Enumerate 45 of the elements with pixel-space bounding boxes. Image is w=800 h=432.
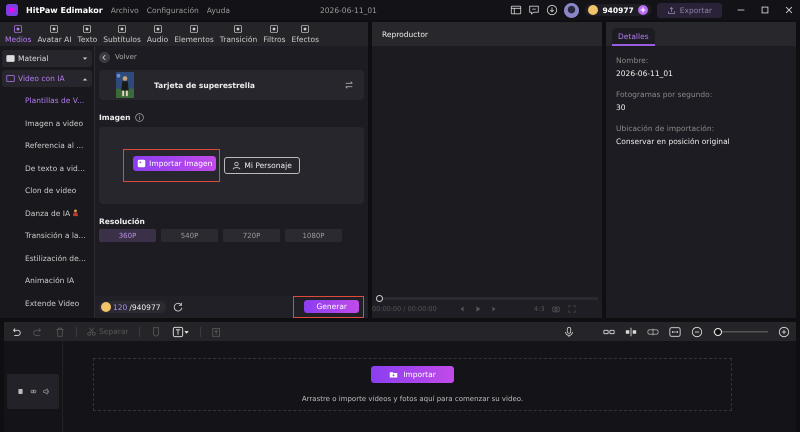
zoom-handle[interactable] [714,328,722,336]
info-icon[interactable] [135,113,144,122]
caret-icon [82,76,88,82]
app-logo-icon [6,4,18,16]
dancer-icon [72,208,80,218]
avatar-icon[interactable] [564,2,580,18]
volume-icon[interactable] [42,388,50,395]
folder-icon [389,370,398,379]
fit-icon[interactable] [669,326,681,338]
tab-icon [49,24,60,34]
back-icon[interactable] [99,52,110,62]
folder-icon [6,74,15,83]
visibility-icon[interactable] [30,388,36,395]
refresh-icon[interactable] [172,301,184,313]
tab-icon [82,24,92,34]
add-coins-icon[interactable] [638,5,648,15]
coin-icon [588,5,598,15]
tab-icon [117,24,128,34]
split-track-icon[interactable] [647,326,659,338]
microphone-icon[interactable] [563,326,575,338]
image-icon [137,159,146,168]
tab-icon [152,24,163,34]
layout-icon[interactable] [510,4,522,16]
track-icon[interactable] [16,388,24,395]
maximize-icon[interactable] [760,5,770,15]
text-tool-icon[interactable] [172,326,190,338]
coin-icon [101,302,111,312]
tab-icon [269,24,280,34]
folder-icon [6,54,15,63]
zoom-out-icon[interactable] [691,326,703,338]
tab-icon [13,24,24,34]
tab-icon [188,24,199,34]
caret-icon [82,56,88,62]
tab-icon [300,24,310,34]
snap-icon[interactable] [625,326,637,338]
tab-icon [233,24,244,34]
person-icon [232,161,242,170]
close-icon[interactable] [784,5,794,15]
swap-icon[interactable] [344,80,354,90]
app-name: HitPaw Edimakor [26,6,103,14]
download-icon[interactable] [546,4,558,16]
scissors-icon [87,327,96,336]
share-icon [666,6,676,14]
zoom-in-icon[interactable] [778,326,790,338]
chat-icon[interactable] [528,4,540,16]
